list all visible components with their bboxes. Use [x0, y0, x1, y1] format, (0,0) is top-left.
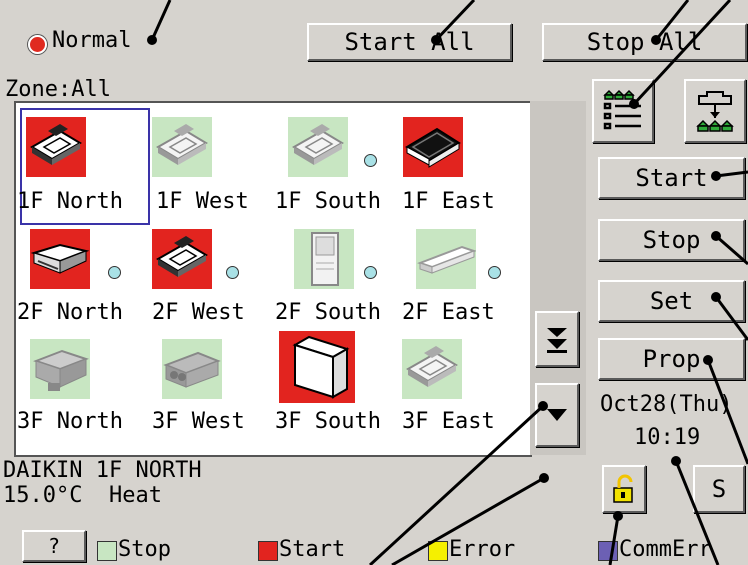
zone-unit-icon: [294, 229, 354, 289]
s-button[interactable]: S: [693, 465, 745, 513]
zone-unit-icon: [288, 117, 348, 177]
floor-console-icon: [292, 335, 350, 399]
set-button[interactable]: Set: [598, 280, 745, 322]
zone-name: 1F East: [402, 189, 495, 214]
zone-unit-icon: [279, 331, 355, 403]
date-display: Oct28(Thu): [600, 392, 733, 417]
legend-swatch-stop: [97, 541, 117, 561]
selected-zone-info: DAIKIN 1F NORTH: [3, 458, 202, 483]
floor-standing-icon: [311, 232, 339, 286]
zone-name: 1F North: [17, 189, 123, 214]
cassette-icon: [156, 124, 208, 165]
down-arrow-icon: [547, 409, 567, 421]
start-button[interactable]: Start: [598, 157, 745, 199]
zone-name: 3F East: [402, 409, 495, 434]
zone-unit-icon: [30, 339, 90, 399]
zone-name: 1F South: [275, 189, 381, 214]
start-label: Start: [635, 164, 708, 192]
status-indicator-dot: [364, 266, 377, 279]
cassette-icon: [30, 124, 82, 165]
group-view-button[interactable]: [684, 79, 746, 143]
zone-name: 2F South: [275, 300, 381, 325]
legend-label-commerr: CommErr: [619, 537, 712, 562]
zone-name: 3F South: [275, 409, 381, 434]
zone-unit-icon: [30, 229, 90, 289]
prop-button[interactable]: Prop: [598, 338, 745, 380]
selected-zone-status: 15.0°C Heat: [3, 483, 162, 508]
zone-name: 2F East: [402, 300, 495, 325]
zone-unit-icon: [403, 117, 463, 177]
zone-unit-icon: [402, 339, 462, 399]
duct-unit-icon: [33, 349, 89, 391]
wall-mounted-icon: [417, 245, 477, 274]
stop-button[interactable]: Stop: [598, 219, 745, 261]
start-all-label: Start All: [344, 28, 475, 56]
cassette-icon: [406, 346, 458, 387]
list-view-button[interactable]: [592, 79, 654, 143]
list-view-icon: [603, 89, 641, 130]
zone-label: Zone:All: [5, 77, 111, 102]
zone-unit-icon: [416, 229, 477, 289]
legend-swatch-start: [258, 541, 278, 561]
set-label: Set: [649, 287, 694, 315]
status-lamp-icon: [28, 35, 47, 54]
stop-all-button[interactable]: Stop All: [542, 23, 747, 61]
zone-name: 2F West: [152, 300, 245, 325]
heat-exchanger-icon: [163, 351, 221, 388]
status-indicator-dot: [108, 266, 121, 279]
zone-grid: 1F North 1F West 1F South 1F East 2F Nor…: [14, 101, 532, 457]
zone-name: 1F West: [156, 189, 249, 214]
zone-unit-icon: [162, 339, 222, 399]
legend-label-error: Error: [449, 537, 516, 562]
help-label: ?: [47, 534, 61, 558]
help-button[interactable]: ?: [22, 530, 86, 562]
ceiling-suspended-icon: [30, 243, 90, 274]
scroll-down-button[interactable]: [535, 383, 579, 447]
double-down-arrow-icon: [547, 328, 567, 353]
zone-name: 3F North: [17, 409, 123, 434]
legend-label-stop: Stop: [118, 537, 171, 562]
legend-swatch-error: [428, 541, 448, 561]
cassette-icon: [156, 236, 208, 277]
stop-all-label: Stop All: [586, 28, 703, 56]
zone-name: 3F West: [152, 409, 245, 434]
page-down-button[interactable]: [535, 311, 579, 367]
unlock-icon: [613, 474, 633, 503]
status-indicator-dot: [364, 154, 377, 167]
zone-unit-icon: [152, 229, 212, 289]
status-indicator-dot: [226, 266, 239, 279]
zone-unit-icon: [152, 117, 212, 177]
start-all-button[interactable]: Start All: [307, 23, 512, 61]
scroll-track: [530, 101, 586, 455]
status-indicator-dot: [488, 266, 501, 279]
legend-swatch-commerr: [598, 541, 618, 561]
time-display: 10:19: [634, 425, 701, 450]
lock-button[interactable]: [602, 465, 646, 513]
group-tree-icon: [696, 91, 734, 132]
zone-unit-icon: [26, 117, 86, 177]
s-label: S: [711, 475, 727, 503]
touch-panel: Normal Start All Stop All Zone:All 1F No…: [0, 0, 748, 565]
cassette-dark-icon: [405, 127, 461, 168]
status-label: Normal: [52, 28, 132, 53]
prop-label: Prop: [642, 345, 701, 373]
zone-name: 2F North: [17, 300, 123, 325]
cassette-icon: [292, 124, 344, 165]
legend-label-start: Start: [279, 537, 346, 562]
stop-label: Stop: [642, 226, 701, 254]
